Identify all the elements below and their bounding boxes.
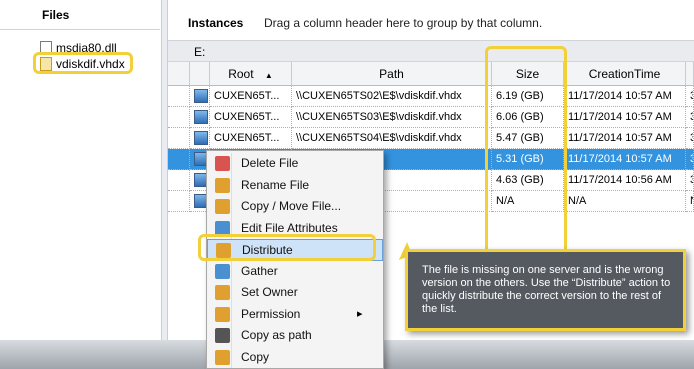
cell-extra: 3 — [686, 107, 694, 128]
table-row[interactable]: CUXEN65T... \\CUXEN65TS04\E$\vdiskdif.vhd… — [168, 128, 694, 149]
row-selector[interactable] — [168, 149, 190, 170]
cell-path: \\CUXEN65TS04\E$\vdiskdif.vhdx — [292, 128, 492, 149]
menu-item-label: Delete File — [241, 156, 299, 170]
cell-root: CUXEN65T... — [210, 86, 292, 107]
delete-file-icon — [215, 156, 230, 171]
header-icon-col — [190, 62, 210, 86]
copy-icon — [215, 349, 230, 365]
table-row[interactable]: CUXEN65T... \\CUXEN65TS03\E$\vdiskdif.vhd… — [168, 107, 694, 128]
cell-extra: 3 — [686, 128, 694, 149]
cell-path: \\CUXEN65TS03\E$\vdiskdif.vhdx — [292, 107, 492, 128]
copy-move-icon — [215, 199, 230, 214]
menu-item-set-owner[interactable]: Set Owner — [207, 282, 383, 304]
gather-icon — [215, 263, 230, 279]
cell-root: CUXEN65T... — [210, 128, 292, 149]
group-hint: Drag a column header here to group by th… — [264, 16, 543, 30]
menu-item-label: Rename File — [241, 177, 310, 192]
column-label: CreationTime — [588, 67, 661, 81]
panel-splitter[interactable] — [161, 0, 168, 369]
menu-item-label: Copy — [241, 349, 270, 364]
cell-path: \\CUXEN65TS02\E$\vdiskdif.vhdx — [292, 86, 492, 107]
cell-created: 11/17/2014 10:57 AM — [564, 107, 686, 128]
menu-item-copy-move-file[interactable]: Copy / Move File... — [207, 196, 383, 218]
group-label: E: — [194, 45, 206, 59]
cell-extra: 3 — [686, 149, 694, 170]
callout-box: The file is missing on one server and is… — [405, 249, 686, 331]
file-highlight-box — [33, 52, 133, 74]
set-owner-icon — [215, 285, 230, 300]
menu-item-label: Copy as path — [241, 328, 312, 342]
cell-root: CUXEN65T... — [210, 107, 292, 128]
server-icon — [194, 110, 208, 124]
menu-item-copy-as-path[interactable]: Copy as path — [207, 325, 383, 347]
menu-item-label: Edit File Attributes — [241, 220, 338, 235]
row-selector[interactable] — [168, 170, 190, 191]
menu-item-label: Set Owner — [241, 285, 298, 299]
cell-created: 11/17/2014 10:57 AM — [564, 128, 686, 149]
menu-item-label: Permission — [241, 306, 301, 321]
size-column-highlight-box — [485, 46, 567, 262]
cell-created: 11/17/2014 10:56 AM — [564, 170, 686, 191]
cell-extra: 3 — [686, 170, 694, 191]
column-header-path[interactable]: Path — [292, 62, 492, 86]
submenu-arrow-icon: ▸ — [357, 307, 363, 320]
distribute-highlight-box — [198, 234, 376, 261]
row-selector[interactable] — [168, 86, 190, 107]
cell-extra: N — [686, 191, 694, 212]
header-spacer — [168, 62, 190, 86]
files-header: Files — [0, 0, 160, 30]
instances-title: Instances — [188, 16, 244, 30]
row-selector[interactable] — [168, 128, 190, 149]
rename-file-icon — [215, 177, 230, 193]
column-header-extra[interactable] — [686, 62, 694, 86]
files-title: Files — [42, 8, 70, 22]
instances-header: Instances Drag a column header here to g… — [168, 0, 694, 40]
server-icon — [194, 89, 208, 103]
menu-item-permission[interactable]: Permission ▸ — [207, 304, 383, 326]
table-row[interactable]: CUXEN65T... \\CUXEN65TS02\E$\vdiskdif.vhd… — [168, 86, 694, 107]
row-selector[interactable] — [168, 191, 190, 212]
column-header-creationtime[interactable]: CreationTime — [564, 62, 686, 86]
server-icon — [194, 131, 208, 145]
callout-text: The file is missing on one server and is… — [422, 264, 671, 315]
cell-created: 11/17/2014 10:57 AM — [564, 149, 686, 170]
menu-item-rename-file[interactable]: Rename File — [207, 175, 383, 197]
menu-item-label: Copy / Move File... — [241, 199, 342, 213]
column-label: Root — [228, 67, 254, 81]
cell-created: 11/17/2014 10:57 AM — [564, 86, 686, 107]
row-selector[interactable] — [168, 107, 190, 128]
menu-item-delete-file[interactable]: Delete File — [207, 153, 383, 175]
menu-item-gather[interactable]: Gather — [207, 261, 383, 283]
column-header-root[interactable]: Root ▲ — [210, 62, 292, 86]
cell-extra: 3 — [686, 86, 694, 107]
cell-created: N/A — [564, 191, 686, 212]
copy-path-icon — [215, 328, 230, 343]
menu-item-copy[interactable]: Copy — [207, 347, 383, 369]
sort-asc-icon: ▲ — [264, 71, 273, 80]
column-label: Path — [379, 67, 404, 81]
permission-icon — [215, 306, 230, 322]
group-by-bar[interactable]: E: — [168, 40, 694, 62]
menu-item-label: Gather — [241, 263, 278, 278]
